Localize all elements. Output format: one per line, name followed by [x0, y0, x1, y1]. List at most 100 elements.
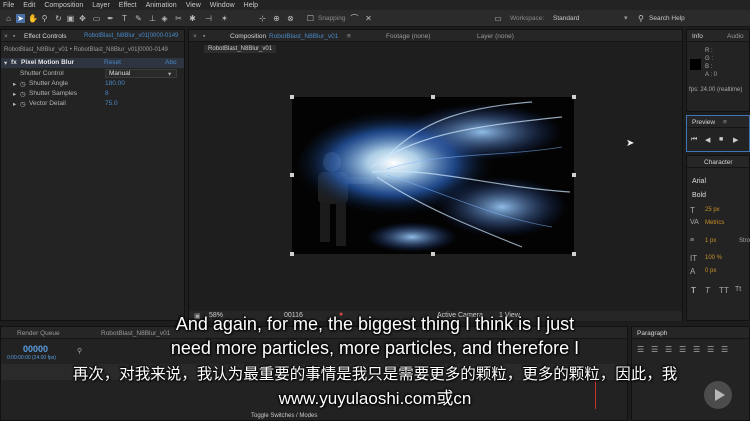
font-size-value[interactable]: 25 px — [705, 207, 720, 213]
camera-tool-icon[interactable]: ▣ — [66, 14, 75, 23]
zoom-tool-icon[interactable]: ⚲ — [40, 14, 49, 23]
kerning-value[interactable]: Metrics — [705, 220, 724, 226]
composition-subtab[interactable]: RobotBlast_N8Blur_v01 — [204, 45, 277, 53]
tab-audio[interactable]: Audio — [727, 33, 744, 40]
param-value[interactable]: 75.0 — [105, 100, 118, 107]
layer-handle[interactable] — [290, 95, 294, 99]
pin-tool-icon[interactable]: ⊣ — [204, 14, 213, 23]
snap-options-icon[interactable]: ⌒ — [350, 14, 359, 23]
param-value[interactable]: 180.00 — [105, 80, 125, 87]
type-tool-icon[interactable]: T — [120, 14, 129, 23]
param-label: Shutter Angle — [29, 80, 69, 87]
panel-menu-icon[interactable]: ≡ — [723, 119, 727, 126]
pan-behind-tool-icon[interactable]: ✥ — [78, 14, 87, 23]
layer-handle[interactable] — [572, 252, 576, 256]
faux-bold-icon[interactable]: T — [691, 286, 696, 295]
info-b: B : — [705, 64, 713, 70]
composition-viewer[interactable] — [292, 97, 574, 254]
chevron-down-icon[interactable]: ▾ — [168, 70, 171, 78]
layer-handle[interactable] — [290, 173, 294, 177]
search-icon[interactable]: ⚲ — [638, 14, 644, 23]
effect-row-pixel-motion-blur[interactable]: ▾ fx Pixel Motion Blur Reset Abo — [1, 58, 184, 68]
menu-composition[interactable]: Composition — [44, 2, 83, 9]
stroke-width-value[interactable]: 1 px — [705, 238, 716, 244]
brush-tool-icon[interactable]: ✎ — [134, 14, 143, 23]
fx-icon[interactable]: fx — [11, 59, 17, 66]
tab-composition[interactable]: Composition — [230, 33, 266, 40]
disclosure-triangle-icon[interactable]: ▸ — [13, 100, 16, 108]
lock-icon[interactable]: ▪ — [203, 33, 205, 40]
close-icon[interactable]: × — [193, 33, 197, 40]
snap-grid-icon[interactable]: ✕ — [364, 14, 373, 23]
baseline-shift-value[interactable]: 0 px — [705, 268, 716, 274]
workspace-dropdown[interactable]: Standard — [553, 15, 579, 22]
shutter-control-dropdown[interactable]: Manual — [105, 69, 177, 78]
eraser-tool-icon[interactable]: ◈ — [160, 14, 169, 23]
close-icon[interactable]: × — [4, 33, 8, 40]
menu-effect[interactable]: Effect — [119, 2, 137, 9]
stroke-icon: ≡ — [690, 237, 695, 244]
small-caps-icon[interactable]: Tt — [735, 286, 741, 293]
disclosure-triangle-icon[interactable]: ▸ — [13, 90, 16, 98]
tab-info[interactable]: Info — [692, 33, 703, 40]
layer-handle[interactable] — [572, 95, 576, 99]
puppet-tool-icon[interactable]: ✶ — [220, 14, 229, 23]
roto-brush-tool-icon[interactable]: ✂ — [174, 14, 183, 23]
layer-handle[interactable] — [431, 252, 435, 256]
layer-handle[interactable] — [431, 95, 435, 99]
param-value[interactable]: 8 — [105, 90, 109, 97]
stopwatch-icon[interactable]: ◷ — [20, 80, 26, 88]
rotate-tool-icon[interactable]: ↻ — [54, 14, 63, 23]
toggle-switches-modes[interactable]: Toggle Switches / Modes — [251, 413, 317, 419]
menu-view[interactable]: View — [186, 2, 201, 9]
tab-preview[interactable]: Preview — [692, 119, 715, 126]
font-style-dropdown[interactable]: Bold — [692, 192, 706, 199]
menu-file[interactable]: File — [3, 2, 14, 9]
tab-character[interactable]: Character — [704, 159, 733, 166]
tab-layer[interactable]: Layer (none) — [477, 33, 514, 40]
pen-tool-icon[interactable]: ✒ — [106, 14, 115, 23]
stopwatch-icon[interactable]: ◷ — [20, 100, 26, 108]
composition-tabbar: × ▪ Composition RobotBlast_N8Blur_v01 ≡ … — [189, 30, 682, 42]
view-axis-icon[interactable]: ⊗ — [286, 14, 295, 23]
hand-tool-icon[interactable]: ✋ — [28, 14, 38, 23]
disclosure-triangle-icon[interactable]: ▸ — [13, 80, 16, 88]
tab-effect-controls[interactable]: Effect Controls — [24, 33, 67, 40]
menu-layer[interactable]: Layer — [92, 2, 110, 9]
sync-settings-icon[interactable]: ▭ — [491, 14, 505, 23]
faux-italic-icon[interactable]: T — [705, 286, 710, 295]
font-family-dropdown[interactable]: Arial — [692, 178, 706, 185]
menu-window[interactable]: Window — [210, 2, 235, 9]
menu-edit[interactable]: Edit — [23, 2, 35, 9]
stopwatch-icon[interactable]: ◷ — [20, 90, 26, 98]
disclosure-triangle-icon[interactable]: ▾ — [4, 59, 7, 67]
rectangle-tool-icon[interactable]: ▭ — [92, 14, 101, 23]
snapping-checkbox[interactable]: ☐ — [306, 14, 315, 23]
menu-animation[interactable]: Animation — [146, 2, 177, 9]
search-help-input[interactable]: Search Help — [649, 15, 685, 22]
world-axis-icon[interactable]: ⊕ — [272, 14, 281, 23]
clone-stamp-tool-icon[interactable]: ⊥ — [148, 14, 157, 23]
about-link[interactable]: Abo — [165, 59, 177, 66]
all-caps-icon[interactable]: TT — [719, 286, 729, 295]
layer-handle[interactable] — [572, 173, 576, 177]
panel-menu-icon[interactable]: ≡ — [347, 33, 351, 40]
video-play-button[interactable] — [704, 381, 732, 409]
chevron-down-icon[interactable]: ▾ — [624, 14, 628, 22]
selection-tool-icon[interactable]: ➤ — [16, 14, 25, 23]
previous-frame-icon[interactable]: ◀ — [705, 136, 710, 144]
reset-link[interactable]: Reset — [104, 59, 121, 66]
mouse-cursor-icon: ➤ — [626, 138, 635, 149]
puppet-pin-tool-icon[interactable]: ✱ — [188, 14, 197, 23]
home-icon[interactable]: ⌂ — [4, 14, 13, 23]
menu-help[interactable]: Help — [244, 2, 258, 9]
panel-menu-icon[interactable]: ▪ — [13, 33, 15, 40]
next-frame-icon[interactable]: ▶ — [733, 136, 738, 144]
first-frame-icon[interactable]: ⏮ — [691, 136, 697, 144]
vertical-scale-value[interactable]: 100 % — [705, 255, 722, 261]
local-axis-icon[interactable]: ⊹ — [258, 14, 267, 23]
tab-footage[interactable]: Footage (none) — [386, 33, 430, 40]
stop-icon[interactable]: ■ — [719, 136, 723, 143]
stroke-type-dropdown[interactable]: Stro — [739, 238, 750, 244]
layer-handle[interactable] — [290, 252, 294, 256]
